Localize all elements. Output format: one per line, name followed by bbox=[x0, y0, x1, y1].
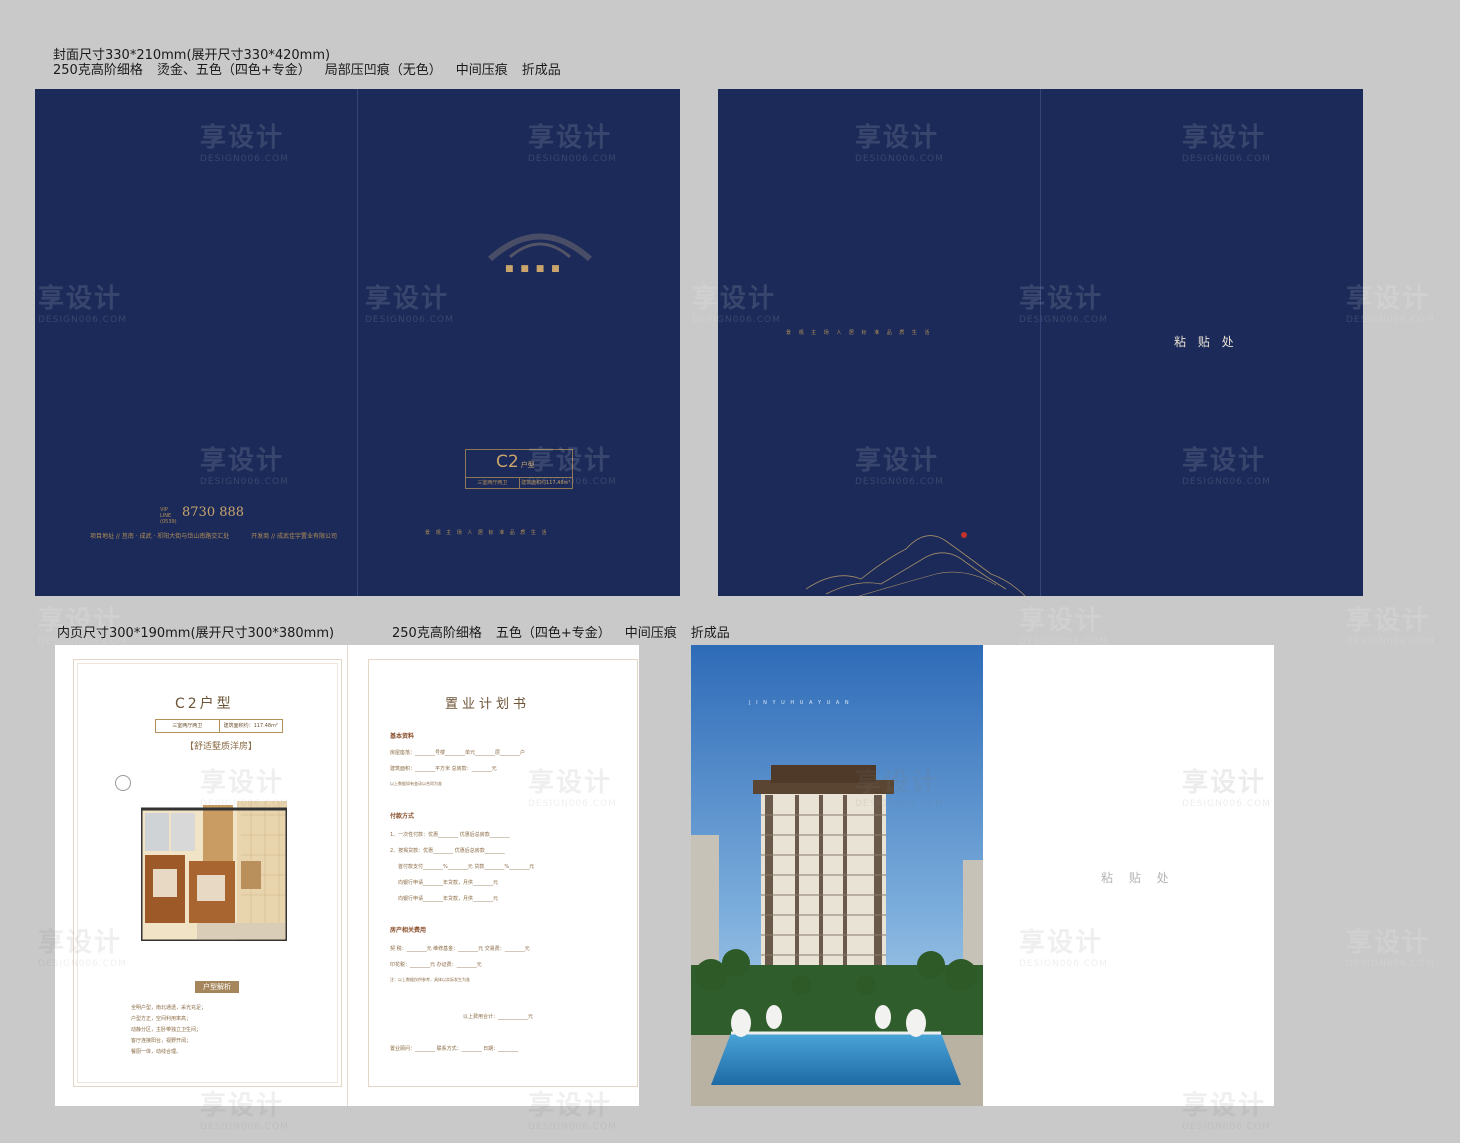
compass-icon bbox=[115, 775, 131, 791]
basic-line: 以上数据如有变动以合同为准 bbox=[390, 781, 442, 786]
unit-layout: 三室两厅两卫 bbox=[477, 480, 508, 486]
payment-line: 2、按揭贷款：优惠________ 优惠后总房款________ bbox=[390, 848, 505, 854]
page-border-right bbox=[368, 659, 638, 1087]
inner-spec-crease: 中间压痕 bbox=[624, 626, 677, 641]
consultant-line: 置业顾问：________ 联系方式：________ 日期：________ bbox=[390, 1046, 519, 1052]
analysis-line: 户型方正，空间利用率高； bbox=[131, 1016, 192, 1022]
fold-line bbox=[347, 645, 348, 1106]
payment-line: 向银行申请________年贷款，月供________元 bbox=[398, 896, 499, 902]
paste-area-label: 粘 贴 处 bbox=[1101, 871, 1175, 885]
phone-number: 8730 888 bbox=[182, 505, 245, 520]
watermark-url: DESIGN006.COM bbox=[200, 1122, 289, 1132]
paste-area-label: 粘 贴 处 bbox=[1174, 335, 1238, 349]
fee-note: 注：以上数据仅供参考，具体以实际发生为准 bbox=[390, 977, 470, 982]
section-fees: 房产相关费用 bbox=[390, 927, 427, 934]
fee-line: 契 税：________元 维修基金：________元 交易费：_______… bbox=[390, 946, 530, 952]
spec-print: 烫金、五色（四色+专金） bbox=[156, 63, 311, 78]
fold-line bbox=[357, 89, 358, 596]
unit-area: 建筑面积约：117.48m² bbox=[218, 720, 283, 732]
unit-type-suffix: 户型 bbox=[520, 461, 535, 469]
address-text: 项目地址 // 莒南 · 成武 · 祁阳大街与岱山南路交汇处 bbox=[90, 533, 230, 540]
purchase-plan-title: 置业计划书 bbox=[445, 697, 531, 712]
unit-subtitle: 【舒适墅质洋房】 bbox=[185, 742, 258, 752]
floor-plan-image bbox=[141, 801, 287, 941]
unit-info-row: 三室两厅两卫 建筑面积约：117.48m² bbox=[155, 719, 283, 733]
analysis-list: 全明户型，南北通透，采光充足； 户型方正，空间利用率高； 动静分区，主卧带独立卫… bbox=[131, 1003, 206, 1058]
unit-type-code: C2 bbox=[496, 452, 519, 472]
spec-emboss: 局部压凹痕（无色） bbox=[324, 63, 442, 78]
cover-spec-line-2: 250克高阶细格 烫金、五色（四色+专金） 局部压凹痕（无色） 中间压痕 折成品 bbox=[53, 63, 575, 78]
payment-line: 向银行申请________年贷款，月供________元 bbox=[398, 880, 499, 886]
basic-line: 建筑面积：________平方米 总房款：________元 bbox=[390, 766, 497, 772]
section-payment: 付款方式 bbox=[390, 813, 415, 820]
spec-paper: 250克高阶细格 bbox=[53, 63, 143, 78]
inner-spec-line-2: 250克高阶细格 五色（四色+专金） 中间压痕 折成品 bbox=[392, 626, 744, 641]
watermark-url: DESIGN006.COM bbox=[1346, 637, 1435, 647]
unit-type-row: 三室两厅两卫 建筑面积约117.48m² bbox=[466, 477, 572, 488]
fold-line bbox=[1040, 89, 1041, 596]
fee-total: 以上费用合计：____________元 bbox=[463, 1014, 534, 1020]
watermark: 享设计DESIGN006.COM bbox=[1019, 600, 1108, 647]
basic-line: 房屋座落：________号楼________单元________层______… bbox=[390, 750, 526, 756]
mountain-line-art-icon bbox=[806, 532, 1026, 596]
payment-line: 首付款支付________%________元 贷款________%_____… bbox=[398, 864, 535, 870]
developer-text: 开发商 // 成武佳宇置业有限公司 bbox=[251, 533, 338, 540]
cover-back-spread: 景 观 主 场 人 居 标 准 品 质 生 活 粘 贴 处 bbox=[718, 89, 1363, 596]
inner-spec-print: 五色（四色+专金） bbox=[495, 626, 611, 641]
watermark: 享设计DESIGN006.COM bbox=[1346, 922, 1435, 969]
project-address: 项目地址 // 莒南 · 成武 · 祁阳大街与岱山南路交汇处 开发商 // 成武… bbox=[90, 531, 337, 540]
payment-line: 1、一次性付款：优惠________ 优惠后总房款________ bbox=[390, 832, 510, 838]
unit-layout: 三室两厅两卫 bbox=[172, 723, 203, 729]
cover-tagline: 景 观 主 场 人 居 标 准 品 质 生 活 bbox=[425, 530, 549, 536]
watermark-url: DESIGN006.COM bbox=[528, 1122, 617, 1132]
watermark-url: DESIGN006.COM bbox=[1346, 959, 1435, 969]
watermark-url: DESIGN006.COM bbox=[1182, 1122, 1271, 1132]
analysis-line: 餐厨一体，动线合理。 bbox=[131, 1049, 182, 1055]
photo-caption: J I N Y U H U A Y U A N bbox=[749, 700, 851, 706]
analysis-line: 动静分区，主卧带独立卫生间； bbox=[131, 1027, 202, 1033]
watermark-text: 享设计 bbox=[1019, 606, 1104, 636]
cover-front-spread: ■ ■ ■ ■ VIP LINE (0539) 8730 888 项目地址 //… bbox=[35, 89, 680, 596]
inner-spec-line-1: 内页尺寸300*190mm(展开尺寸300*380mm) bbox=[57, 626, 335, 641]
fee-line: 印花税：________元 办证费：________元 bbox=[390, 962, 482, 968]
watermark-text: 享设计 bbox=[1346, 928, 1431, 958]
analysis-line: 客厅连接阳台，视野开阔； bbox=[131, 1038, 192, 1044]
inner-left-spread: C2户型 三室两厅两卫 建筑面积约：117.48m² 【舒适墅质洋房】 户型解析… bbox=[55, 645, 639, 1106]
watermark: 享设计DESIGN006.COM bbox=[1346, 600, 1435, 647]
analysis-badge: 户型解析 bbox=[195, 981, 239, 993]
logo-wordmark: ■ ■ ■ ■ bbox=[505, 264, 562, 274]
spec-crease: 中间压痕 bbox=[455, 63, 508, 78]
unit-type-label: C2 户型 bbox=[496, 452, 535, 472]
unit-type-box: C2 户型 三室两厅两卫 建筑面积约117.48m² bbox=[465, 449, 573, 489]
building-rendering-image bbox=[691, 645, 983, 1106]
cover-spec-line-1: 封面尺寸330*210mm(展开尺寸330*420mm) bbox=[53, 48, 331, 63]
inner-right-spread: J I N Y U H U A Y U A N 粘 贴 处 bbox=[691, 645, 1274, 1106]
watermark-text: 享设计 bbox=[1346, 606, 1431, 636]
inner-spec-fold: 折成品 bbox=[690, 626, 730, 641]
analysis-line: 全明户型，南北通透，采光充足； bbox=[131, 1005, 207, 1011]
inner-spec-paper: 250克高阶细格 bbox=[392, 626, 482, 641]
unit-title: C2户型 bbox=[175, 696, 234, 712]
phone-prefix: VIP LINE (0539) bbox=[160, 507, 177, 525]
cover-back-tagline: 景 观 主 场 人 居 标 准 品 质 生 活 bbox=[786, 330, 933, 336]
section-basic: 基本资料 bbox=[390, 733, 415, 740]
unit-area: 建筑面积约117.48m² bbox=[518, 478, 573, 488]
spec-fold: 折成品 bbox=[521, 63, 561, 78]
